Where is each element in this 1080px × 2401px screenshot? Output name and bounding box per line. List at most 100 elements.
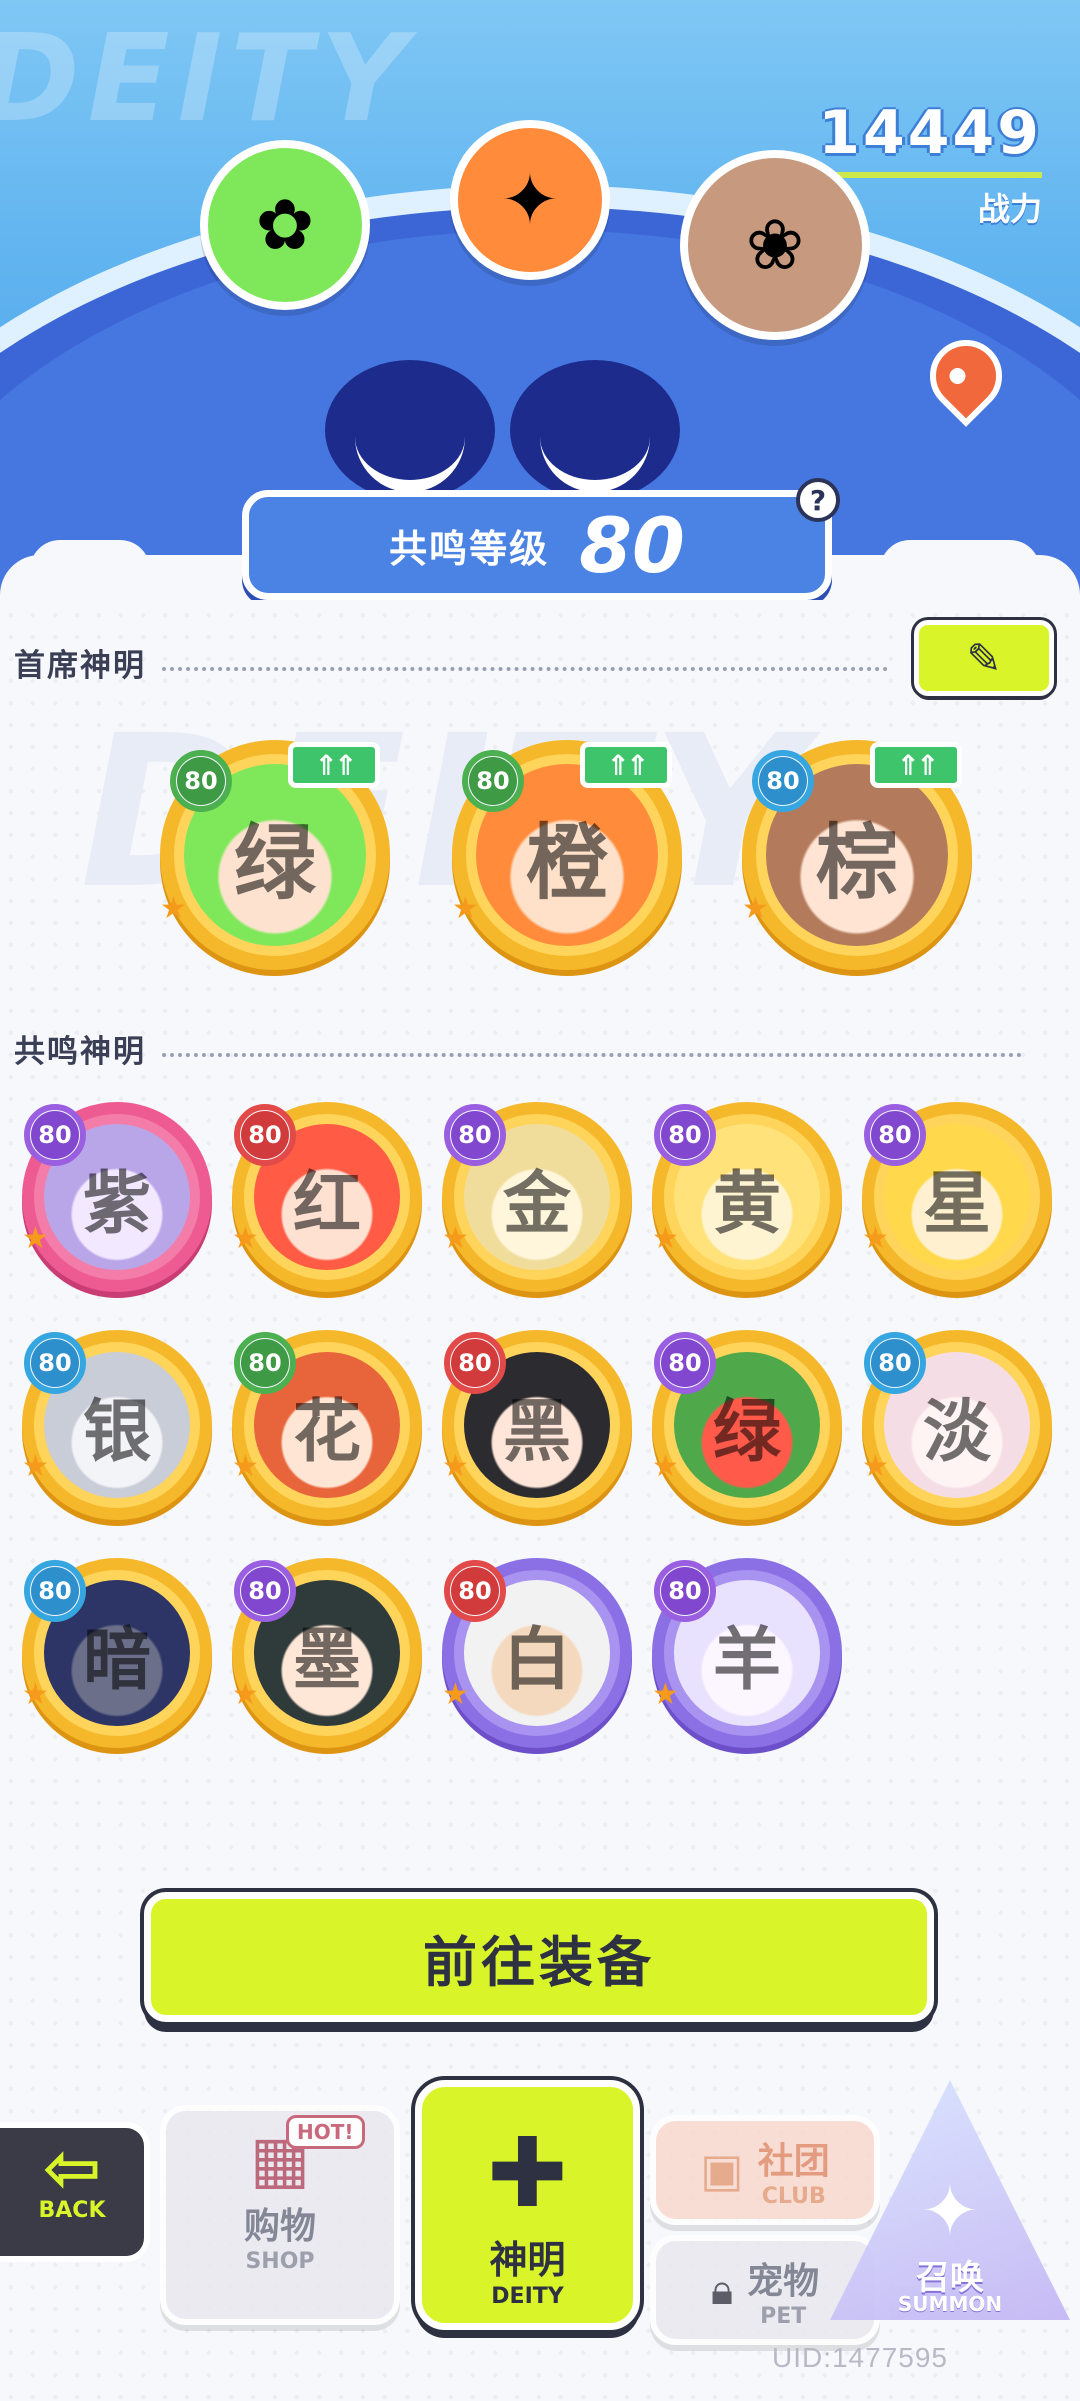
resonance-deity-2[interactable]: 红 80 ★: [232, 1102, 422, 1292]
power-value: 14449: [818, 98, 1042, 178]
star-icon: ★: [862, 1221, 889, 1256]
resonance-deity-8[interactable]: 黑 80 ★: [442, 1330, 632, 1520]
star-icon: ★: [22, 1221, 49, 1256]
star-icon: ★: [442, 1221, 469, 1256]
star-icon: ★: [232, 1677, 259, 1712]
resonance-deity-9[interactable]: 绿 80 ★: [652, 1330, 842, 1520]
pet-label-en: PET: [760, 2303, 807, 2329]
chief-deity-2[interactable]: 橙 80 ⇑⇑ ★: [452, 740, 682, 970]
level-badge: 80: [24, 1332, 86, 1394]
resonance-level-banner: 共鸣等级 80: [242, 490, 832, 600]
level-badge: 80: [24, 1104, 86, 1166]
resonance-deity-5[interactable]: 星 80 ★: [862, 1102, 1052, 1292]
level-value: 80: [31, 1567, 79, 1615]
star-icon: ★: [652, 1677, 679, 1712]
level-value: 80: [871, 1339, 919, 1387]
resonance-deity-10[interactable]: 淡 80 ★: [862, 1330, 1052, 1520]
shop-button[interactable]: ▦ HOT! 购物 SHOP: [160, 2105, 400, 2325]
level-value: 80: [661, 1567, 709, 1615]
level-badge: 80: [752, 750, 814, 812]
resonance-deity-14[interactable]: 羊 80 ★: [652, 1558, 842, 1748]
level-badge: 80: [864, 1332, 926, 1394]
level-value: 80: [31, 1339, 79, 1387]
resonance-level: 80: [579, 500, 685, 590]
lock-icon: 🔒︎: [710, 2265, 734, 2314]
level-value: 80: [469, 757, 517, 805]
bag-icon: ▣: [700, 2143, 744, 2197]
level-value: 80: [451, 1567, 499, 1615]
level-badge: 80: [444, 1332, 506, 1394]
shop-label: 购物: [243, 2206, 316, 2247]
chief-deity-sprite-3: ❀: [680, 150, 870, 340]
pet-label: 宠物: [747, 2260, 820, 2302]
drip-blob: [880, 540, 1040, 600]
resonance-label: 共鸣等级: [389, 526, 550, 571]
level-value: 80: [31, 1111, 79, 1159]
chief-deity-1[interactable]: 绿 80 ⇑⇑ ★: [160, 740, 390, 970]
chief-deity-sprite-1: ✿: [200, 140, 370, 310]
double-arrow-up-icon: ⇑⇑: [288, 742, 380, 788]
resonance-deity-11[interactable]: 暗 80 ★: [22, 1558, 212, 1748]
level-badge: 80: [654, 1560, 716, 1622]
club-button[interactable]: ▣ 社团 CLUB: [650, 2115, 880, 2225]
planet-eye-right: [510, 360, 680, 500]
edit-chief-button[interactable]: ✎: [914, 620, 1054, 696]
level-value: 80: [177, 757, 225, 805]
shop-label-en: SHOP: [245, 2249, 315, 2274]
resonance-deity-3[interactable]: 金 80 ★: [442, 1102, 632, 1292]
star-icon: ★: [442, 1677, 469, 1712]
resonance-deity-7[interactable]: 花 80 ★: [232, 1330, 422, 1520]
question-icon[interactable]: ?: [796, 478, 840, 522]
deity-button[interactable]: ✚ 神明 DEITY: [415, 2080, 640, 2330]
arrow-left-icon: ⇦: [42, 2127, 102, 2209]
star-icon: ★: [22, 1677, 49, 1712]
user-id: UID:1477595: [771, 2342, 948, 2373]
hot-badge: HOT!: [286, 2115, 365, 2149]
level-badge: 80: [864, 1104, 926, 1166]
level-value: 80: [241, 1339, 289, 1387]
star-icon: ★: [452, 891, 479, 926]
resonance-deity-1[interactable]: 紫 80 ★: [22, 1102, 212, 1292]
level-badge: 80: [444, 1104, 506, 1166]
star-icon: ★: [232, 1221, 259, 1256]
deity-label: 神明: [489, 2238, 566, 2282]
level-value: 80: [661, 1339, 709, 1387]
star-icon: ★: [22, 1449, 49, 1484]
back-label: BACK: [38, 2198, 106, 2223]
star-icon: ★: [652, 1221, 679, 1256]
star-icon: ★: [862, 1449, 889, 1484]
star-icon: ★: [442, 1449, 469, 1484]
chief-deity-sprite-2: ✦: [450, 120, 610, 280]
summon-label-en: SUMMON: [897, 2292, 1003, 2316]
chief-section-title: 首席神明: [14, 648, 146, 684]
star-icon: ★: [232, 1449, 259, 1484]
resonance-deity-13[interactable]: 白 80 ★: [442, 1558, 632, 1748]
chief-deity-3[interactable]: 棕 80 ⇑⇑ ★: [742, 740, 972, 970]
star-icon: ★: [652, 1449, 679, 1484]
back-button[interactable]: ⇦ BACK: [0, 2122, 150, 2262]
level-badge: 80: [24, 1560, 86, 1622]
star-icon: ★: [160, 891, 187, 926]
double-arrow-up-icon: ⇑⇑: [580, 742, 672, 788]
resonance-deity-12[interactable]: 墨 80 ★: [232, 1558, 422, 1748]
double-arrow-up-icon: ⇑⇑: [870, 742, 962, 788]
level-badge: 80: [444, 1560, 506, 1622]
level-value: 80: [241, 1111, 289, 1159]
level-badge: 80: [654, 1332, 716, 1394]
level-value: 80: [661, 1111, 709, 1159]
level-value: 80: [871, 1111, 919, 1159]
club-label: 社团: [757, 2140, 830, 2182]
resonance-divider: [162, 1053, 1022, 1057]
deity-label-en: DEITY: [491, 2284, 564, 2309]
club-label-en: CLUB: [761, 2183, 826, 2209]
level-badge: 80: [654, 1104, 716, 1166]
level-value: 80: [451, 1111, 499, 1159]
planet-eye-left: [325, 360, 495, 500]
chief-divider: [162, 667, 888, 671]
resonance-deity-6[interactable]: 银 80 ★: [22, 1330, 212, 1520]
go-equip-button[interactable]: 前往装备: [144, 1892, 934, 2022]
level-badge: 80: [234, 1332, 296, 1394]
resonance-deity-4[interactable]: 黄 80 ★: [652, 1102, 842, 1292]
header-watermark: DEITY: [0, 10, 415, 149]
level-value: 80: [759, 757, 807, 805]
